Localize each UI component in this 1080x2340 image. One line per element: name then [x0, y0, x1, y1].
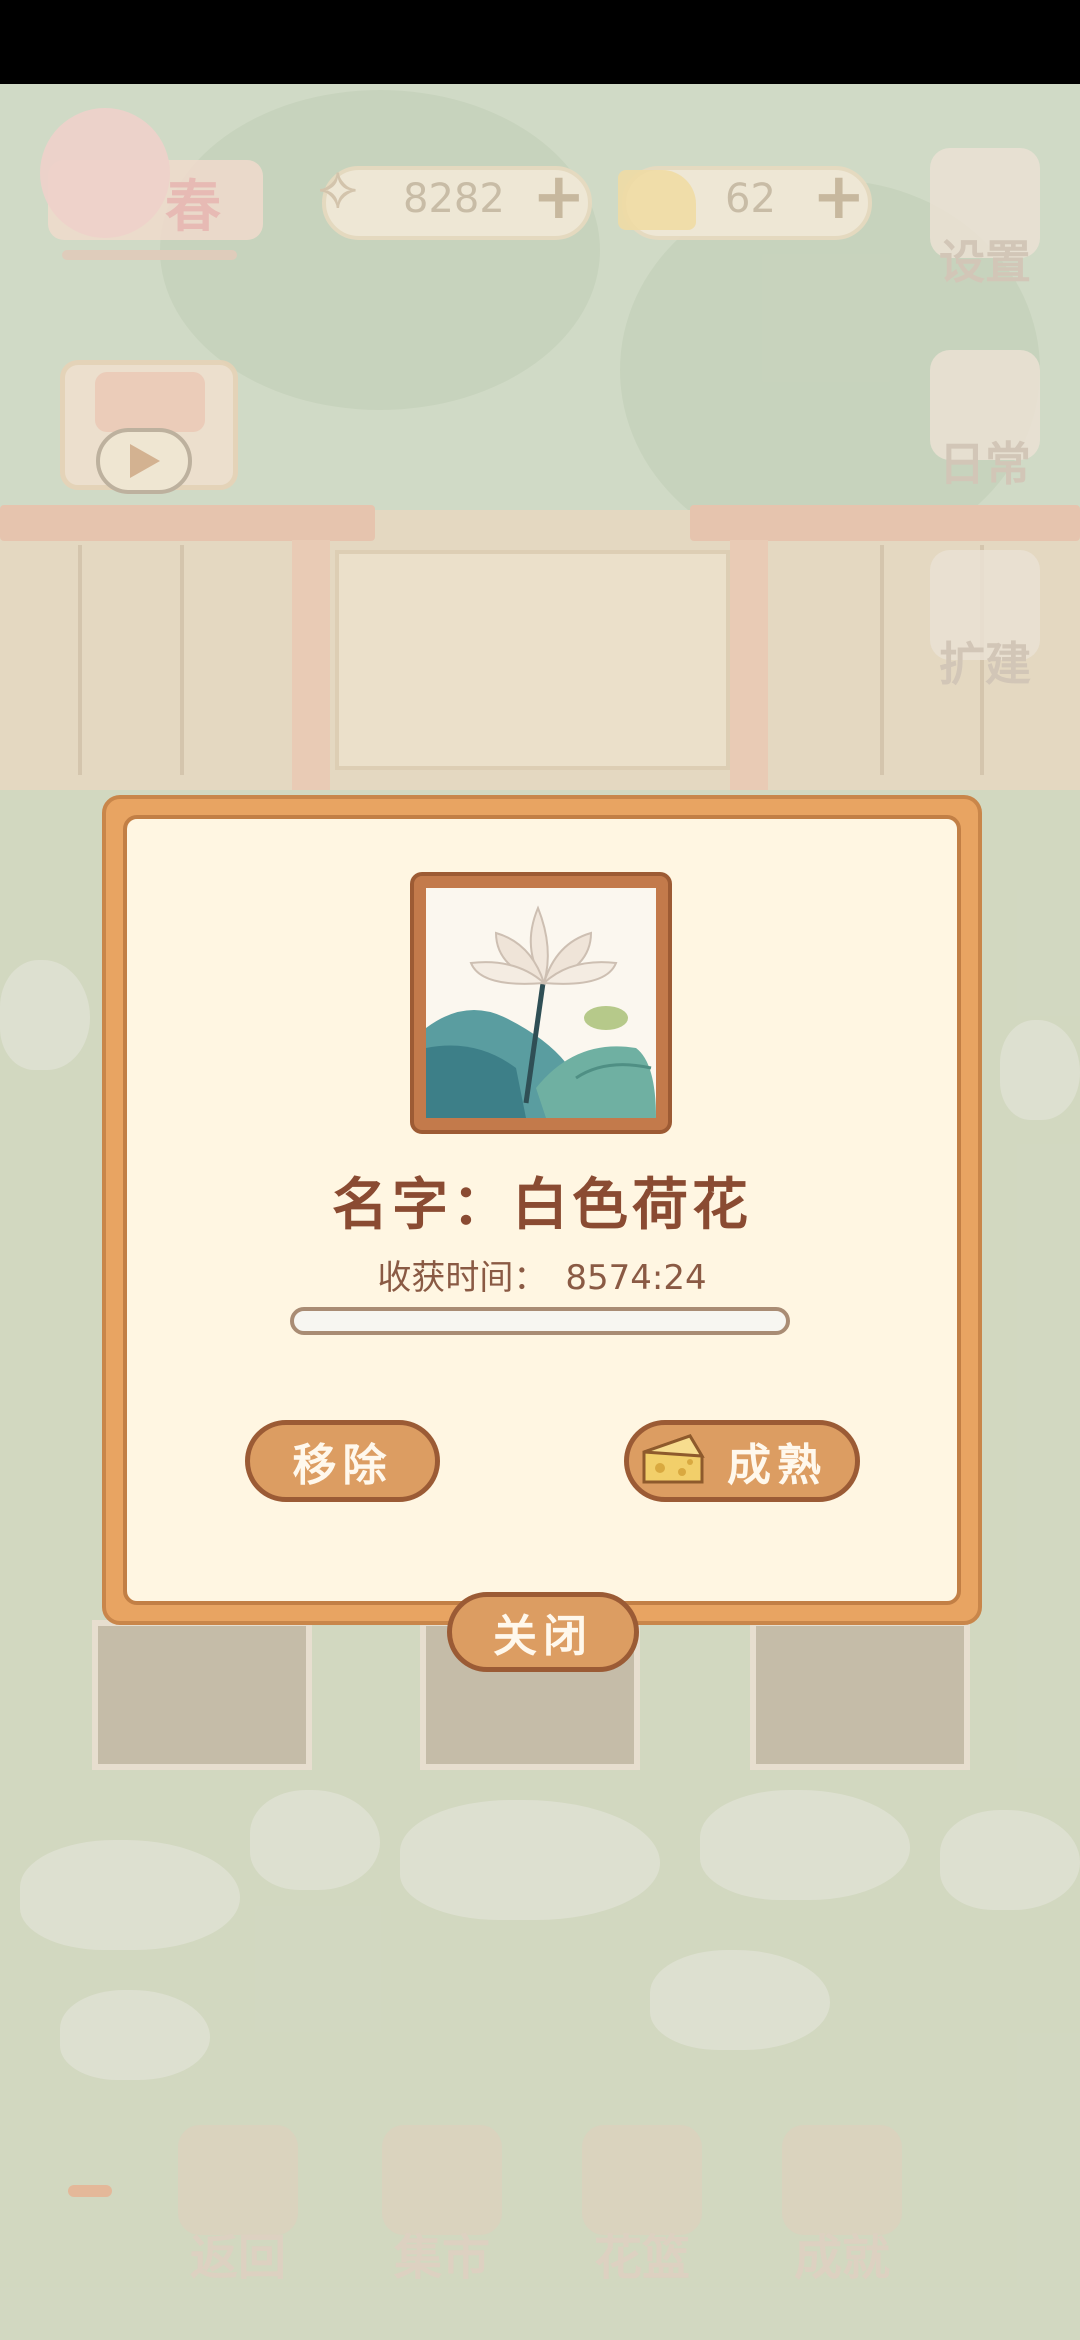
lotus-illustration — [426, 888, 656, 1118]
harvest-time-label: 收获时间： — [377, 1258, 548, 1298]
plant-name: 名字：白色荷花 — [332, 1173, 752, 1238]
harvest-time-row: 收获时间： 8574:24 — [123, 1250, 961, 1299]
cheese-icon — [640, 1430, 706, 1488]
status-bar — [0, 0, 1080, 84]
growth-progress-bar — [290, 1307, 790, 1335]
white-lotus-image — [426, 888, 656, 1118]
cheese-svg — [642, 1434, 705, 1484]
harvest-time-value: 8574:24 — [565, 1258, 707, 1298]
close-button[interactable]: 关闭 — [447, 1592, 639, 1672]
remove-button[interactable]: 移除 — [245, 1420, 440, 1502]
